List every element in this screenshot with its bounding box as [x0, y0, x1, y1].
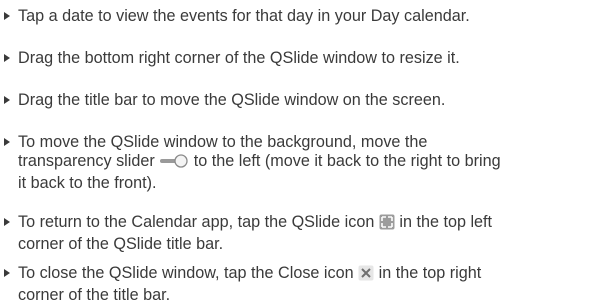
bullet-text-line: transparency slider to the left (move it… [18, 152, 597, 174]
bullet-text: To close the QSlide window, tap the Clos… [18, 264, 354, 282]
bullet-text-line: To return to the Calendar app, tap the Q… [18, 213, 597, 235]
close-icon [358, 265, 374, 286]
bullet-item-view-events: Tap a date to view the events for that d… [0, 7, 597, 26]
bullet-text: corner of the QSlide title bar. [18, 235, 224, 253]
bullet-text: Tap a date to view the events for that d… [18, 7, 470, 25]
triangle-bullet-icon [4, 218, 10, 226]
bullet-item-move-window: Drag the title bar to move the QSlide wi… [0, 91, 597, 110]
bullet-text: To return to the Calendar app, tap the Q… [18, 213, 375, 231]
bullet-text: Drag the title bar to move the QSlide wi… [18, 91, 446, 109]
triangle-bullet-icon [4, 54, 10, 62]
bullet-text: corner of the title bar. [18, 286, 171, 304]
bullet-text: in the top right [378, 264, 482, 282]
bullet-item-close-window: To close the QSlide window, tap the Clos… [0, 264, 597, 305]
bullet-text: in the top left [399, 213, 493, 231]
triangle-bullet-icon [4, 138, 10, 146]
triangle-bullet-icon [4, 96, 10, 104]
bullet-text: Drag the bottom right corner of the QSli… [18, 49, 460, 67]
bullet-text: transparency slider [18, 152, 155, 170]
triangle-bullet-icon [4, 269, 10, 277]
qslide-icon [379, 214, 395, 235]
bullet-item-background: To move the QSlide window to the backgro… [0, 133, 597, 193]
triangle-bullet-icon [4, 12, 10, 20]
bullet-item-resize: Drag the bottom right corner of the QSli… [0, 49, 597, 68]
bullet-text: to the left (move it back to the right t… [193, 152, 501, 170]
bullet-text-line: To close the QSlide window, tap the Clos… [18, 264, 597, 286]
bullet-item-return-calendar: To return to the Calendar app, tap the Q… [0, 213, 597, 254]
bullet-text: it back to the front). [18, 174, 157, 192]
transparency-slider-icon [159, 153, 189, 174]
instruction-document: Tap a date to view the events for that d… [0, 0, 597, 307]
bullet-text: To move the QSlide window to the backgro… [18, 133, 428, 151]
